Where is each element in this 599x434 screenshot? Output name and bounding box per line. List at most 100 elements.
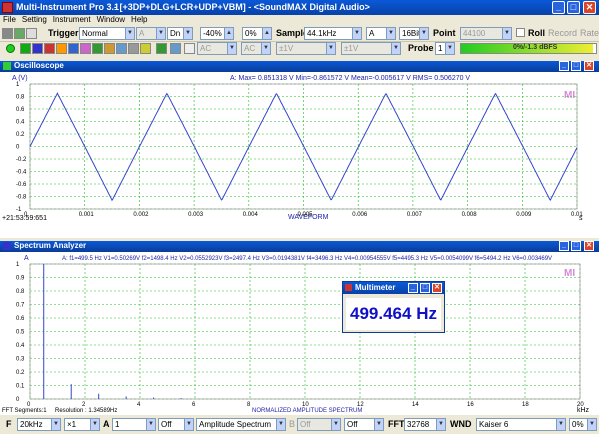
- range-a-select[interactable]: ±1V ▼: [276, 42, 336, 55]
- settings-icon[interactable]: [128, 43, 139, 54]
- osc-ytick: -0.4: [16, 170, 27, 176]
- spec-xtick: 10: [302, 402, 309, 408]
- overlap-select[interactable]: 0% ▼: [569, 418, 597, 431]
- trigger-edge-select[interactable]: Dn ▼: [167, 27, 193, 40]
- meter-icon[interactable]: [56, 43, 67, 54]
- roll-checkbox[interactable]: [516, 28, 525, 37]
- phase-icon[interactable]: [44, 43, 55, 54]
- loop-icon[interactable]: [170, 43, 181, 54]
- b-off-select[interactable]: Off ▼: [344, 418, 384, 431]
- multimeter-reading: 499.464 Hz: [346, 298, 441, 330]
- osc-ytick: 1: [16, 82, 20, 88]
- stop-icon[interactable]: [2, 28, 13, 39]
- spectrum-chart[interactable]: A A: f1=499.5 Hz V1=0.50269V f2=1498.4 H…: [0, 252, 599, 415]
- spectrum-titlebar: Spectrum Analyzer _ □ ✕: [0, 241, 599, 252]
- menu-setting[interactable]: Setting: [19, 15, 50, 24]
- range-b-select[interactable]: ±1V ▼: [341, 42, 401, 55]
- datalog-icon[interactable]: [92, 43, 103, 54]
- osc-ytick: 0: [16, 145, 20, 151]
- toolbar-instruments: AC ▼ AC ▼ ±1V ▼ ±1V ▼ Probe 1 ▼ 0%/-1.3 dBFS: [0, 42, 599, 56]
- b-select[interactable]: Off ▼: [297, 418, 341, 431]
- sample-rate-select[interactable]: 44.1kHz ▼: [304, 27, 362, 40]
- trigger-channel-select[interactable]: A ▼: [136, 27, 166, 40]
- ddp-icon[interactable]: [80, 43, 91, 54]
- menu-help[interactable]: Help: [128, 15, 150, 24]
- osc-stats: A: Max= 0.851318 V Min=-0.861572 V Mean=…: [230, 75, 470, 82]
- osc-xtick: 0.007: [407, 212, 423, 218]
- osc-ytick: -1: [16, 207, 22, 213]
- sample-channel-select[interactable]: A ▼: [366, 27, 396, 40]
- spec-xtick: 4: [137, 402, 141, 408]
- trigger-mode-select[interactable]: Normal ▼: [79, 27, 135, 40]
- freq-range-select[interactable]: 20kHz ▼: [17, 418, 61, 431]
- play-icon[interactable]: [156, 43, 167, 54]
- window-subtitle: - [+3DP+DLG+LCR+UDP+VBM] - <SoundMAX Dig…: [114, 2, 370, 12]
- level-meter: 0%/-1.3 dBFS: [460, 43, 597, 54]
- a-off-select[interactable]: Off ▼: [158, 418, 194, 431]
- spectrum-icon[interactable]: [32, 43, 43, 54]
- a-select[interactable]: 1 ▼: [112, 418, 156, 431]
- spec-close-button[interactable]: ✕: [584, 241, 594, 251]
- oscilloscope-icon[interactable]: [20, 43, 31, 54]
- spec-ytick: 1: [16, 262, 20, 268]
- record-icon[interactable]: [184, 43, 195, 54]
- osc-xtick: 0.003: [188, 212, 204, 218]
- oscilloscope-titlebar: Oscilloscope _ □ ✕: [0, 61, 599, 72]
- osc-max-button[interactable]: □: [571, 61, 581, 71]
- menu-instrument[interactable]: Instrument: [50, 15, 94, 24]
- level-meter-text: 0%/-1.3 dBFS: [513, 44, 558, 51]
- siggen-icon[interactable]: [68, 43, 79, 54]
- spec-ytick: 0.5: [16, 330, 25, 336]
- app-icon: [2, 2, 13, 13]
- vibration-icon[interactable]: [116, 43, 127, 54]
- spec-xtick: 20: [577, 402, 584, 408]
- spec-ytick: 0.7: [16, 303, 25, 309]
- spec-ytick: 0.6: [16, 316, 25, 322]
- mm-close-button[interactable]: ✕: [432, 283, 442, 293]
- multimeter-window[interactable]: Multimeter _ □ ✕ 499.464 Hz: [342, 281, 445, 333]
- trigger-level-input[interactable]: -40% ▲: [200, 27, 234, 40]
- osc-ytick: -0.8: [16, 195, 27, 201]
- spec-watermark: MI: [564, 268, 575, 279]
- run-icon[interactable]: [14, 28, 25, 39]
- mm-max-button[interactable]: □: [420, 283, 430, 293]
- freq-label: F: [6, 419, 12, 429]
- close-button[interactable]: ✕: [583, 1, 596, 14]
- spectrum-icon-small: [3, 242, 11, 250]
- osc-close-button[interactable]: ✕: [584, 61, 594, 71]
- zoom-select[interactable]: ×1 ▼: [64, 418, 100, 431]
- osc-ytick: 0.2: [16, 132, 25, 138]
- trigger-delay-input[interactable]: 0% ▲: [242, 27, 272, 40]
- osc-xtick: 0.001: [79, 212, 95, 218]
- b-label: B: [289, 419, 296, 429]
- osc-xtick: 0.002: [133, 212, 149, 218]
- menu-file[interactable]: File: [0, 15, 19, 24]
- osc-min-button[interactable]: _: [559, 61, 569, 71]
- coupling-a-select[interactable]: AC ▼: [197, 42, 237, 55]
- spec-min-button[interactable]: _: [559, 241, 569, 251]
- lcr-icon[interactable]: [104, 43, 115, 54]
- oscilloscope-chart[interactable]: A (V) A: Max= 0.851318 V Min=-0.861572 V…: [0, 72, 599, 238]
- minimize-button[interactable]: _: [552, 1, 565, 14]
- window-function-select[interactable]: Kaiser 6 ▼: [476, 418, 566, 431]
- spec-xtick: 6: [192, 402, 196, 408]
- probe-select[interactable]: 1 ▼: [435, 42, 455, 55]
- spectrum-type-select[interactable]: Amplitude Spectrum ▼: [196, 418, 286, 431]
- start-icon[interactable]: [6, 44, 15, 53]
- spec-max-button[interactable]: □: [571, 241, 581, 251]
- osc-ytick: 0.6: [16, 107, 25, 113]
- osc-xtick: 0.008: [462, 212, 478, 218]
- coupling-b-select[interactable]: AC ▼: [241, 42, 271, 55]
- multimeter-title: Multimeter: [355, 283, 396, 292]
- osc-ytick: 0.4: [16, 120, 25, 126]
- mm-min-button[interactable]: _: [408, 283, 418, 293]
- osc-xtick: 0.01: [571, 212, 583, 218]
- fft-size-select[interactable]: 32768 ▼: [404, 418, 446, 431]
- report-icon[interactable]: [140, 43, 151, 54]
- spec-resolution: Resolution : 1.34589Hz: [55, 408, 117, 414]
- bits-select[interactable]: 16Bit ▼: [399, 27, 429, 40]
- single-icon[interactable]: [26, 28, 37, 39]
- menu-window[interactable]: Window: [94, 15, 128, 24]
- points-select[interactable]: 44100 ▼: [460, 27, 512, 40]
- maximize-button[interactable]: □: [567, 1, 580, 14]
